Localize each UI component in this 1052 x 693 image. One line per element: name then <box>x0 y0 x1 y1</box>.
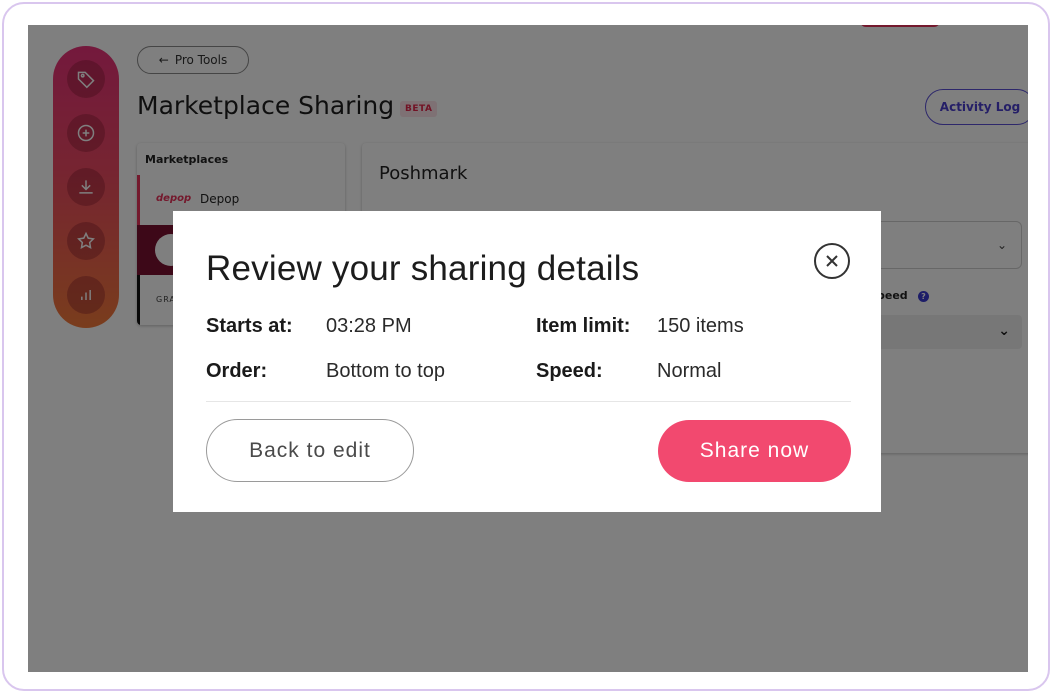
close-icon <box>826 255 838 267</box>
starts-at-label: Starts at: <box>206 315 293 337</box>
item-limit-label: Item limit: <box>536 315 631 337</box>
speed-value: Normal <box>657 360 722 382</box>
item-limit-value: 150 items <box>657 315 744 337</box>
divider <box>206 401 851 402</box>
app-screen: ← Pro Tools Marketplace Sharing BETA Act… <box>28 25 1028 672</box>
speed-label: Speed: <box>536 360 603 382</box>
order-label: Order: <box>206 360 268 382</box>
starts-at-value: 03:28 PM <box>326 315 412 337</box>
close-modal-button[interactable] <box>814 243 850 279</box>
device-frame: ← Pro Tools Marketplace Sharing BETA Act… <box>2 2 1050 691</box>
order-value: Bottom to top <box>326 360 445 382</box>
share-now-button[interactable]: Share now <box>658 420 851 482</box>
back-to-edit-button[interactable]: Back to edit <box>206 419 414 482</box>
review-sharing-modal: Review your sharing details Starts at: 0… <box>173 211 881 512</box>
modal-title: Review your sharing details <box>206 249 640 288</box>
